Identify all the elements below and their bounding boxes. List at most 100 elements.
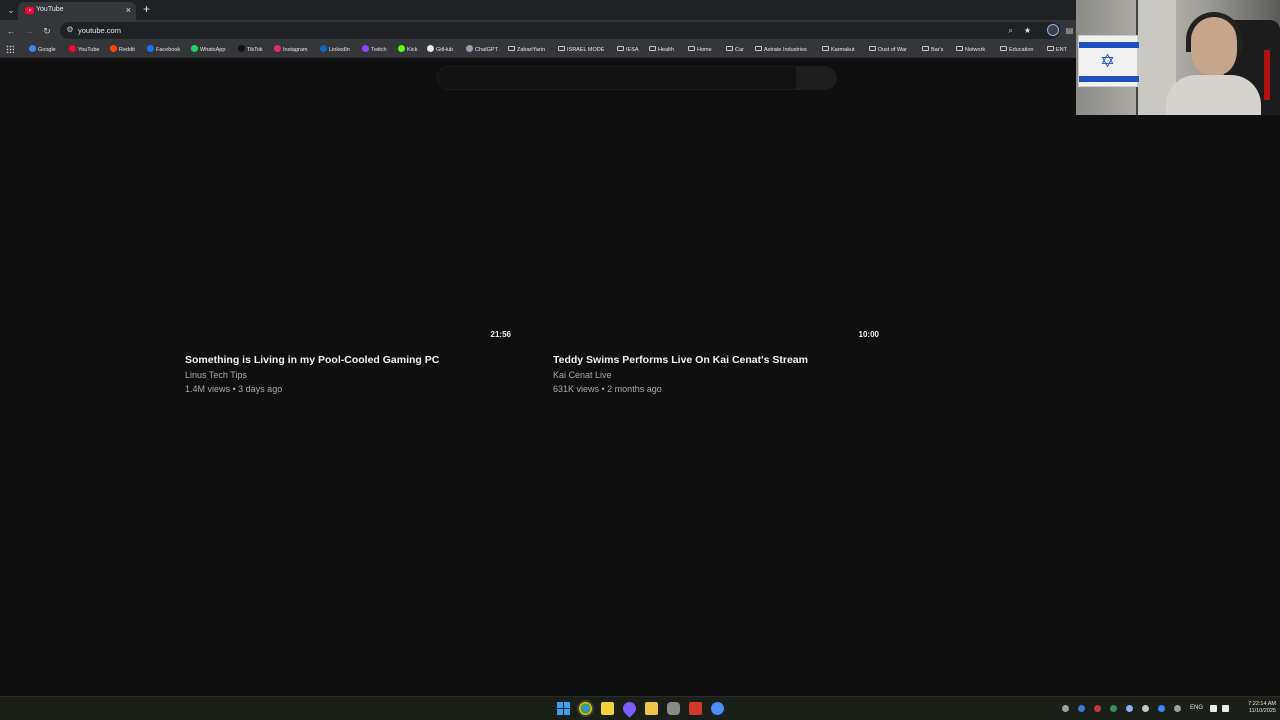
file-explorer-icon[interactable] (645, 702, 658, 715)
bookmark-item[interactable]: Kick (398, 45, 417, 55)
windows-taskbar: ENG 7:22:14 AM 11/10/2025 (0, 696, 1280, 720)
bookmark-item[interactable]: Reddit (110, 45, 135, 55)
system-clock[interactable]: 7:22:14 AM 11/10/2025 (1234, 701, 1276, 715)
new-tab-button[interactable]: + (140, 3, 153, 16)
tab-search-icon[interactable]: ⌄ (4, 3, 18, 17)
microphone-icon[interactable] (1174, 705, 1181, 712)
bookmark-item[interactable]: ZabariYarin (508, 45, 545, 55)
app-icon[interactable] (667, 702, 680, 715)
steam-icon[interactable] (1126, 705, 1133, 712)
apps-grid-icon[interactable] (6, 45, 14, 53)
url-text[interactable]: youtube.com (78, 26, 121, 35)
folder-icon (617, 46, 624, 51)
bookmark-label: Education (1009, 47, 1034, 53)
site-favicon-icon (29, 45, 36, 52)
reload-icon[interactable]: ↻ (41, 25, 53, 37)
bookmark-item[interactable]: IESA (617, 45, 639, 55)
bookmark-label: YouTube (78, 47, 100, 53)
bookmark-label: Reddit (119, 47, 135, 53)
site-info-icon[interactable]: ⚙ (65, 25, 75, 35)
bookmark-label: Home (697, 47, 712, 53)
volume-icon[interactable] (1222, 705, 1229, 712)
tab-close-icon[interactable]: × (126, 5, 131, 15)
tab-youtube[interactable]: YouTube × (18, 2, 136, 20)
zoom-icon[interactable]: ⌕ (1005, 25, 1016, 36)
bookmark-label: Bar's (931, 47, 944, 53)
video-title[interactable]: Teddy Swims Performs Live On Kai Cenat's… (553, 354, 808, 366)
bookmark-item[interactable]: Bar's (922, 45, 943, 55)
bookmark-item[interactable]: TikTok (238, 45, 263, 55)
chrome-icon[interactable] (579, 702, 592, 715)
bookmark-item[interactable]: GitHub (427, 45, 453, 55)
bookmark-item[interactable]: Astrate Industries (755, 45, 807, 55)
video-thumbnail[interactable]: 21:56 (185, 120, 515, 342)
bookmark-item[interactable]: Health (649, 45, 674, 55)
youtube-search-button[interactable] (796, 67, 836, 89)
bookmark-label: ENT (1056, 47, 1067, 53)
bookmark-label: Google (38, 47, 56, 53)
israel-flag: ✡ (1078, 35, 1139, 87)
bookmark-item[interactable]: LinkedIn (320, 45, 350, 55)
bookmark-label: ISRAEL MODE (567, 47, 605, 53)
network-icon[interactable] (1210, 705, 1217, 712)
bookmark-label: Dust of War (878, 47, 907, 53)
extensions-icon[interactable]: ▤ (1064, 25, 1075, 36)
bookmark-item[interactable]: WhatsApp (191, 45, 225, 55)
droplet-app-icon[interactable] (620, 699, 639, 718)
tray-overflow-icon[interactable] (1062, 705, 1069, 712)
forward-arrow-icon[interactable]: → (23, 25, 35, 37)
site-favicon-icon (398, 45, 405, 52)
clock-date: 11/10/2025 (1248, 708, 1276, 714)
sticky-notes-icon[interactable] (601, 702, 614, 715)
site-favicon-icon (466, 45, 473, 52)
video-title[interactable]: Something is Living in my Pool-Cooled Ga… (185, 354, 439, 366)
bookmark-item[interactable]: Twitch (362, 45, 387, 55)
bookmark-item[interactable]: Car (726, 45, 744, 55)
site-favicon-icon (320, 45, 327, 52)
browser-app-icon[interactable] (711, 702, 724, 715)
back-arrow-icon[interactable]: ← (5, 25, 17, 37)
video-card[interactable]: 10:00 Teddy Swims Performs Live On Kai C… (553, 120, 883, 394)
windows-start-icon[interactable] (557, 702, 570, 715)
folder-icon (869, 46, 876, 51)
bookmark-item[interactable]: ENT (1047, 45, 1067, 55)
tray-app-icon[interactable] (1110, 705, 1117, 712)
address-bar[interactable]: ⚙ youtube.com ⌕ ★ (60, 22, 1060, 39)
language-indicator[interactable]: ENG (1190, 705, 1203, 711)
folder-icon (726, 46, 733, 51)
bluetooth-icon[interactable] (1078, 705, 1085, 712)
bookmark-label: ChatGPT (475, 47, 498, 53)
bookmark-item[interactable]: Instagram (274, 45, 307, 55)
bookmark-item[interactable]: Google (29, 45, 56, 55)
folder-icon (508, 46, 515, 51)
video-channel[interactable]: Linus Tech Tips (185, 370, 247, 380)
bookmark-item[interactable]: ISRAEL MODE (558, 45, 604, 55)
video-card[interactable]: 21:56 Something is Living in my Pool-Coo… (185, 120, 515, 394)
bookmark-item[interactable]: ChatGPT (466, 45, 498, 55)
youtube-search-bar[interactable] (437, 66, 837, 90)
bookmark-item[interactable]: YouTube (69, 45, 100, 55)
bookmark-star-icon[interactable]: ★ (1022, 25, 1033, 36)
bookmark-item[interactable]: Karmakut (822, 45, 855, 55)
bookmark-item[interactable]: Home (688, 45, 712, 55)
bookmark-item[interactable]: Education (1000, 45, 1033, 55)
video-thumbnail[interactable]: 10:00 (553, 120, 883, 342)
profile-avatar[interactable] (1047, 24, 1059, 36)
video-duration: 21:56 (490, 330, 511, 339)
bookmark-item[interactable]: Network (956, 45, 985, 55)
bookmark-label: Kick (407, 47, 418, 53)
bookmark-item[interactable]: Facebook (147, 45, 180, 55)
folder-icon (558, 46, 565, 51)
bookmark-item[interactable]: Dust of War (869, 45, 907, 55)
folder-icon (922, 46, 929, 51)
red-app-icon[interactable] (689, 702, 702, 715)
tray-app-icon[interactable] (1142, 705, 1149, 712)
webcam-overlay: ✡ (1076, 0, 1280, 115)
webcam-person-body (1166, 75, 1261, 115)
tray-app-icon[interactable] (1094, 705, 1101, 712)
site-favicon-icon (147, 45, 154, 52)
tray-app-icon[interactable] (1158, 705, 1165, 712)
site-favicon-icon (69, 45, 76, 52)
video-channel[interactable]: Kai Cenat Live (553, 370, 612, 380)
folder-icon (956, 46, 963, 51)
